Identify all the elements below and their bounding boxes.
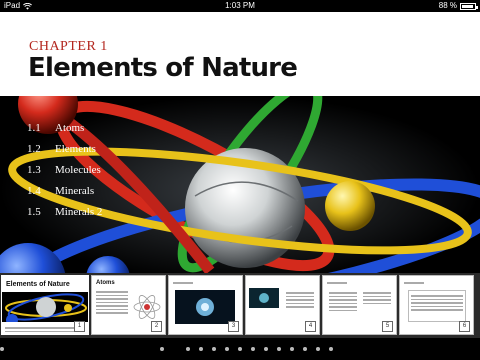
table-of-contents: 1.1 Atoms 1.2 Elements 1.3 Molecules 1.4… xyxy=(27,117,102,222)
page-dot[interactable] xyxy=(303,347,307,351)
battery-percent: 88 % xyxy=(438,1,457,10)
thumbnail-page-number: 6 xyxy=(459,321,470,332)
page-thumbnail-5[interactable]: 5 xyxy=(322,275,397,335)
toc-item-minerals-2[interactable]: 1.5 Minerals 2 xyxy=(27,201,102,222)
status-right: 88 % xyxy=(438,0,478,12)
page-thumbnail-2[interactable]: Atoms 2 xyxy=(91,275,166,335)
toc-item-atoms[interactable]: 1.1 Atoms xyxy=(27,117,102,138)
thumbnail-table xyxy=(408,290,466,322)
page-thumbnail-4[interactable]: 4 xyxy=(245,275,320,335)
thumbnail-page-number: 3 xyxy=(228,321,239,332)
page-dot[interactable] xyxy=(238,347,242,351)
page-dot[interactable] xyxy=(186,347,190,351)
toc-item-number: 1.2 xyxy=(27,142,41,155)
toc-item-title: Minerals xyxy=(55,184,95,197)
page-dot[interactable] xyxy=(199,347,203,351)
thumbnail-title: Atoms xyxy=(96,280,115,286)
thumbnail-page-number: 1 xyxy=(74,321,85,332)
thumbnail-page-number: 4 xyxy=(305,321,316,332)
thumbnail-image xyxy=(175,290,235,324)
page-dot[interactable] xyxy=(316,347,320,351)
page-thumbnail-3[interactable]: 3 xyxy=(168,275,243,335)
page-dot[interactable] xyxy=(277,347,281,351)
page-dot-current[interactable] xyxy=(0,347,4,351)
page-dot[interactable] xyxy=(160,347,164,351)
page-dot[interactable] xyxy=(251,347,255,351)
toc-item-title: Minerals 2 xyxy=(55,205,103,218)
page-thumbnail-6[interactable]: 6 xyxy=(399,275,474,335)
thumbnail-image xyxy=(2,292,88,322)
page-dot[interactable] xyxy=(212,347,216,351)
toc-item-elements[interactable]: 1.2 Elements xyxy=(27,138,102,159)
thumbnail-title: Elements of Nature xyxy=(6,281,70,288)
toc-item-minerals[interactable]: 1.4 Minerals xyxy=(27,180,102,201)
thumbnail-image xyxy=(249,288,279,308)
status-bar: iPad 1:03 PM 88 % xyxy=(0,0,480,12)
toc-item-title: Molecules xyxy=(55,163,101,176)
chapter-title: Elements of Nature xyxy=(28,53,298,83)
status-time: 1:03 PM xyxy=(225,1,255,10)
toc-item-number: 1.4 xyxy=(27,184,41,197)
battery-icon xyxy=(460,2,478,10)
page-dot[interactable] xyxy=(290,347,294,351)
atom-diagram-icon xyxy=(133,295,161,319)
toc-item-title: Atoms xyxy=(55,121,85,134)
toc-item-title: Elements xyxy=(55,142,96,155)
toc-item-number: 1.1 xyxy=(27,121,41,134)
page-thumbnail-strip: Elements of Nature 1 Atoms 2 3 4 5 6 xyxy=(0,273,480,338)
toc-item-number: 1.5 xyxy=(27,205,41,218)
page-dot[interactable] xyxy=(225,347,229,351)
page-dot[interactable] xyxy=(329,347,333,351)
toc-item-molecules[interactable]: 1.3 Molecules xyxy=(27,159,102,180)
page-indicator xyxy=(0,338,480,360)
page-thumbnail-1[interactable]: Elements of Nature 1 xyxy=(1,275,89,335)
thumbnail-page-number: 2 xyxy=(151,321,162,332)
chapter-header: CHAPTER 1 Elements of Nature xyxy=(0,12,480,96)
page-dot[interactable] xyxy=(264,347,268,351)
thumbnail-page-number: 5 xyxy=(382,321,393,332)
toc-item-number: 1.3 xyxy=(27,163,41,176)
